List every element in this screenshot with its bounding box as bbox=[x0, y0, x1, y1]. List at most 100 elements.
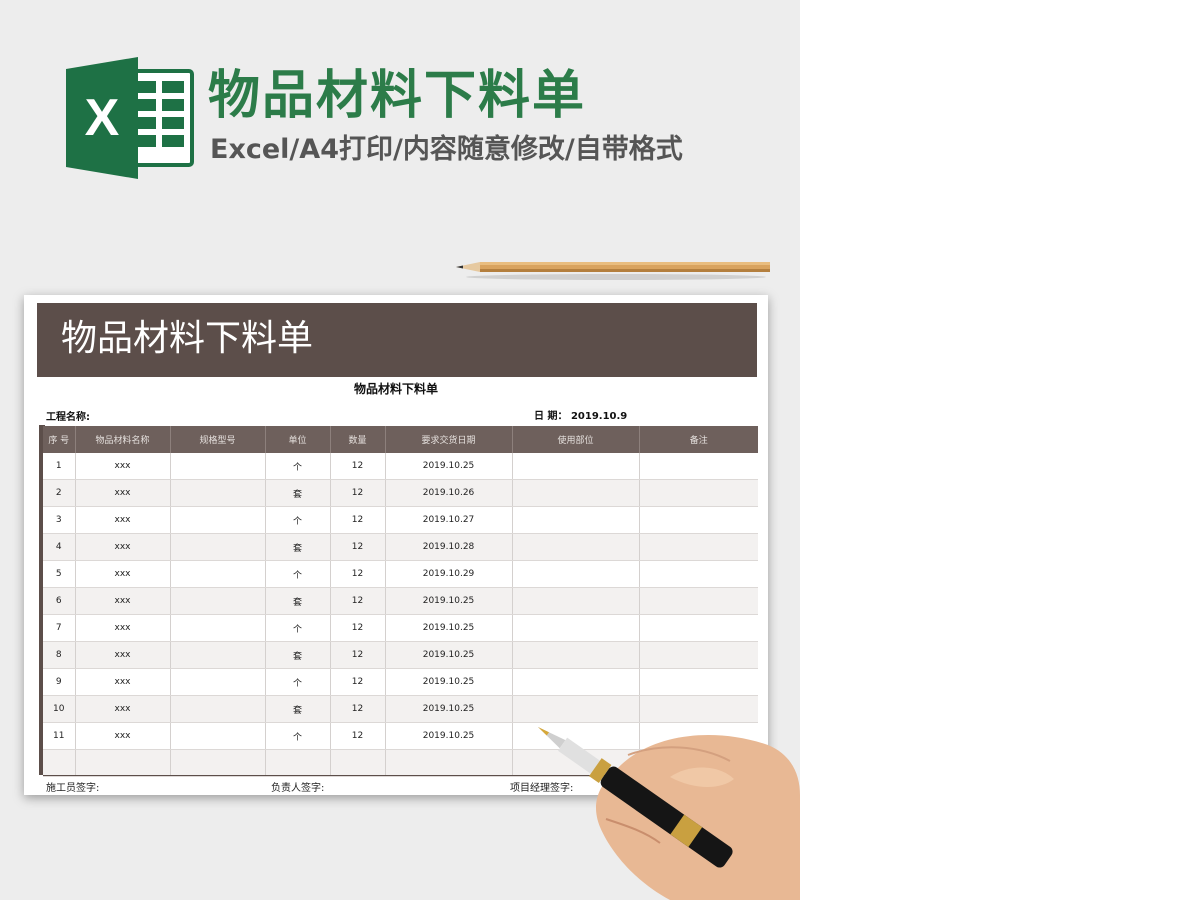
table-cell: 2019.10.25 bbox=[384, 722, 512, 750]
table-cell: 4 bbox=[43, 533, 75, 561]
table-cell bbox=[638, 560, 758, 588]
table-cell: 2019.10.25 bbox=[384, 453, 512, 480]
table-cell: 2019.10.26 bbox=[384, 479, 512, 507]
table-cell: 12 bbox=[329, 587, 385, 615]
table-cell: 12 bbox=[329, 506, 385, 534]
table-cell: xxx bbox=[74, 560, 170, 588]
table-cell: xxx bbox=[74, 479, 170, 507]
table-cell: 套 bbox=[264, 533, 330, 561]
sheet-title: 物品材料下料单 bbox=[353, 382, 438, 396]
signature-worker: 施工员签字: bbox=[46, 783, 100, 794]
banner-title: 物品材料下料单 bbox=[61, 318, 314, 359]
table-cell bbox=[169, 641, 265, 669]
table-cell: 2 bbox=[43, 479, 75, 507]
table-cell: xxx bbox=[74, 587, 170, 615]
table-cell: 12 bbox=[329, 560, 385, 588]
table-cell: 2019.10.25 bbox=[384, 668, 512, 696]
table-cell: 5 bbox=[43, 560, 75, 588]
table-cell: 1 bbox=[43, 453, 75, 480]
table-cell: 12 bbox=[329, 453, 385, 480]
table-cell: 套 bbox=[264, 479, 330, 507]
table-row: 9 xxx 个 12 2019.10.25 bbox=[43, 668, 758, 696]
table-row: 5 xxx 个 12 2019.10.29 bbox=[43, 560, 758, 588]
table-row: 4 xxx 套 12 2019.10.28 bbox=[43, 533, 758, 561]
table-cell: 个 bbox=[264, 453, 330, 480]
table-cell: 个 bbox=[264, 614, 330, 642]
table-row: 1 xxx 个 12 2019.10.25 bbox=[43, 453, 758, 480]
page-title: 物品材料下料单 bbox=[208, 66, 587, 126]
column-header: 数量 bbox=[329, 426, 385, 453]
table-cell: 套 bbox=[264, 695, 330, 723]
pencil-icon bbox=[456, 262, 770, 280]
table-cell: 11 bbox=[43, 722, 75, 750]
table-cell bbox=[329, 749, 385, 777]
table-cell: 个 bbox=[264, 560, 330, 588]
table-cell bbox=[638, 453, 758, 480]
table-cell bbox=[638, 479, 758, 507]
table-cell bbox=[511, 668, 639, 696]
table-cell: 个 bbox=[264, 722, 330, 750]
table-cell: 2019.10.25 bbox=[384, 641, 512, 669]
title-banner: 物品材料下料单 bbox=[37, 303, 757, 377]
table-cell bbox=[638, 506, 758, 534]
table-cell: 7 bbox=[43, 614, 75, 642]
column-header: 规格型号 bbox=[169, 426, 265, 453]
table-cell bbox=[638, 533, 758, 561]
table-cell bbox=[511, 614, 639, 642]
table-cell: xxx bbox=[74, 533, 170, 561]
column-header: 物品材料名称 bbox=[74, 426, 170, 453]
table-cell bbox=[511, 506, 639, 534]
table-cell: 2019.10.27 bbox=[384, 506, 512, 534]
project-name-label: 工程名称: bbox=[46, 412, 90, 423]
table-cell bbox=[169, 614, 265, 642]
column-header: 要求交货日期 bbox=[384, 426, 512, 453]
table-cell bbox=[169, 749, 265, 777]
table-cell: 个 bbox=[264, 506, 330, 534]
excel-logo-icon: X bbox=[66, 57, 194, 179]
table-cell: 12 bbox=[329, 695, 385, 723]
table-cell bbox=[511, 479, 639, 507]
table-cell bbox=[638, 614, 758, 642]
table-cell: 9 bbox=[43, 668, 75, 696]
table-row: 2 xxx 套 12 2019.10.26 bbox=[43, 479, 758, 507]
table-cell: xxx bbox=[74, 722, 170, 750]
table-cell: xxx bbox=[74, 614, 170, 642]
table-cell bbox=[384, 749, 512, 777]
table-cell: 12 bbox=[329, 722, 385, 750]
logo-letter: X bbox=[85, 89, 120, 147]
table-cell: 2019.10.25 bbox=[384, 587, 512, 615]
column-header: 备注 bbox=[638, 426, 758, 453]
table-cell: 套 bbox=[264, 641, 330, 669]
table-cell: 12 bbox=[329, 668, 385, 696]
table-cell: xxx bbox=[74, 453, 170, 480]
table-cell: 12 bbox=[329, 479, 385, 507]
table-cell: 2019.10.25 bbox=[384, 695, 512, 723]
table-cell: 2019.10.29 bbox=[384, 560, 512, 588]
table-cell bbox=[169, 533, 265, 561]
table-cell: xxx bbox=[74, 641, 170, 669]
table-cell: 6 bbox=[43, 587, 75, 615]
table-row: 7 xxx 个 12 2019.10.25 bbox=[43, 614, 758, 642]
table-cell bbox=[638, 668, 758, 696]
table-cell bbox=[169, 668, 265, 696]
table-cell: 8 bbox=[43, 641, 75, 669]
table-cell: 12 bbox=[329, 614, 385, 642]
table-cell bbox=[169, 695, 265, 723]
table-cell: xxx bbox=[74, 695, 170, 723]
table-cell bbox=[169, 506, 265, 534]
table-cell bbox=[43, 749, 75, 777]
column-header: 使用部位 bbox=[511, 426, 639, 453]
column-header: 单位 bbox=[264, 426, 330, 453]
table-cell: 2019.10.25 bbox=[384, 614, 512, 642]
table-cell: xxx bbox=[74, 668, 170, 696]
signature-manager: 负责人签字: bbox=[271, 783, 325, 794]
table-cell bbox=[169, 722, 265, 750]
table-cell bbox=[511, 453, 639, 480]
table-cell: 12 bbox=[329, 533, 385, 561]
table-row: 8 xxx 套 12 2019.10.25 bbox=[43, 641, 758, 669]
table-cell bbox=[511, 641, 639, 669]
table-cell bbox=[74, 749, 170, 777]
table-cell bbox=[511, 560, 639, 588]
table-row: 3 xxx 个 12 2019.10.27 bbox=[43, 506, 758, 534]
table-cell bbox=[169, 560, 265, 588]
